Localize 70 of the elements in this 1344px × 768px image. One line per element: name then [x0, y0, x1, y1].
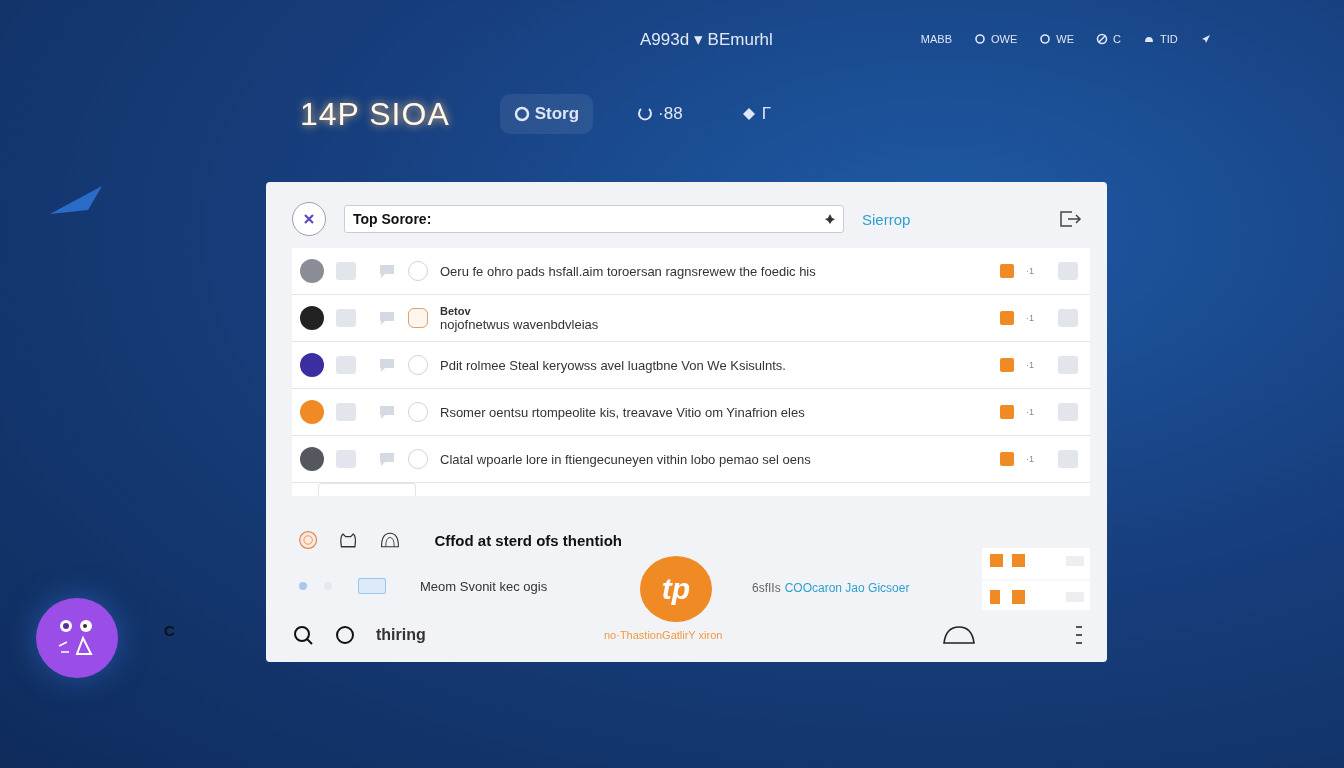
export-icon [1058, 209, 1082, 229]
tab[interactable]: ·88 [623, 94, 697, 134]
flag-icon [1000, 264, 1014, 278]
flag-icon [1000, 405, 1014, 419]
flag-icon [1000, 311, 1014, 325]
attachment-icon [1058, 262, 1078, 280]
ring-icon [1039, 33, 1052, 45]
row-text: Betov [440, 304, 472, 317]
flag-icon [1000, 452, 1014, 466]
logo-badge: tp [640, 556, 712, 622]
chat-bubble-icon [378, 310, 396, 326]
status-item[interactable]: WE [1039, 33, 1074, 45]
status-item[interactable]: OWE [974, 33, 1018, 45]
radio-button[interactable] [408, 308, 428, 328]
flag-icon [1000, 358, 1014, 372]
circle-icon[interactable] [334, 624, 356, 646]
thumbnail-icon [336, 450, 356, 468]
row-count: ·1 [1026, 407, 1035, 417]
chat-bubble-icon [378, 451, 396, 467]
row-count: ·1 [1026, 313, 1035, 323]
row-text: Rsomer oentsu rtompeolite kis, treavave Vitio om Yinafrion eles [440, 404, 806, 420]
side-glyph: C [164, 622, 175, 639]
mini-table-icon [982, 548, 1090, 610]
thumbnail-icon [336, 309, 356, 327]
status-item[interactable]: MABB [920, 33, 952, 45]
summary-heading: Cffod at sterd ofs thentioh [434, 531, 622, 549]
ring-icon [974, 33, 986, 45]
more-icon[interactable] [1076, 625, 1082, 645]
logo: 14P SIOA [300, 95, 450, 133]
tab-icon [513, 106, 530, 122]
attachment-icon [1058, 450, 1078, 468]
attachment-icon [1058, 309, 1078, 327]
tab[interactable]: Storg [499, 94, 594, 134]
row-count: ·1 [1026, 360, 1035, 370]
attachment-icon [1058, 403, 1078, 421]
row-text: nojofnetwus wavenbdvleias [440, 316, 600, 332]
row-text: Oeru fe ohro pads hsfall.aim toroersan ragnsrewew the foedic his [440, 263, 817, 279]
chat-bubble-icon [378, 357, 396, 373]
row-count: ·1 [1026, 266, 1035, 276]
row-text: Clatal wpoarle lore in ftiengecuneyen vithin lobo pemao sel oens [440, 451, 812, 467]
close-button[interactable] [292, 202, 326, 236]
status-item[interactable]: TID [1142, 33, 1178, 45]
list-row[interactable]: Betov nojofnetwus wavenbdvleias ·1 [292, 295, 1090, 342]
search-field[interactable]: Top Sorore: [344, 205, 844, 233]
thumbnail-icon [336, 403, 356, 421]
chat-bubble-icon [378, 404, 396, 420]
status-item[interactable]: C [1096, 33, 1121, 45]
tab[interactable]: Γ [726, 94, 786, 134]
thumbnail-icon [336, 356, 356, 374]
link-prefix: 6sfIIs [752, 581, 781, 595]
row-count: ·1 [1026, 454, 1035, 464]
list-row[interactable]: Rsomer oentsu rtompeolite kis, treavave Vitio om Yinafrion eles ·1 [292, 389, 1090, 436]
attachment-icon [1058, 356, 1078, 374]
close-icon [302, 212, 316, 226]
chat-bubble-icon [378, 263, 396, 279]
slash-icon [1096, 33, 1108, 45]
footer-label: thiring [376, 626, 426, 644]
thumbnail-icon [336, 262, 356, 280]
dome-icon[interactable] [942, 625, 976, 645]
tab-icon [637, 106, 654, 122]
card-icon [358, 578, 386, 594]
list-row[interactable]: Pdit rolmee Steal keryowss avel luagtbne Von We Ksisulnts. ·1 [292, 342, 1090, 389]
row-text: Pdit rolmee Steal keryowss avel luagtbne Von We Ksisulnts. [440, 357, 787, 373]
search-icon[interactable] [292, 624, 314, 646]
list-row[interactable]: Oeru fe ohro pads hsfall.aim toroersan ragnsrewew the foedic his ·1 [292, 248, 1090, 295]
list-row[interactable]: Clatal wpoarle lore in ftiengecuneyen vithin lobo pemao sel oens ·1 [292, 436, 1090, 483]
app-title: A993d ▾ BEmurhl [640, 28, 773, 50]
footer-caption: no·ThastionGatlirY xiron [604, 629, 723, 641]
pin-icon [824, 213, 836, 225]
summary-note: Meom Svonit kec ogis [420, 578, 548, 594]
